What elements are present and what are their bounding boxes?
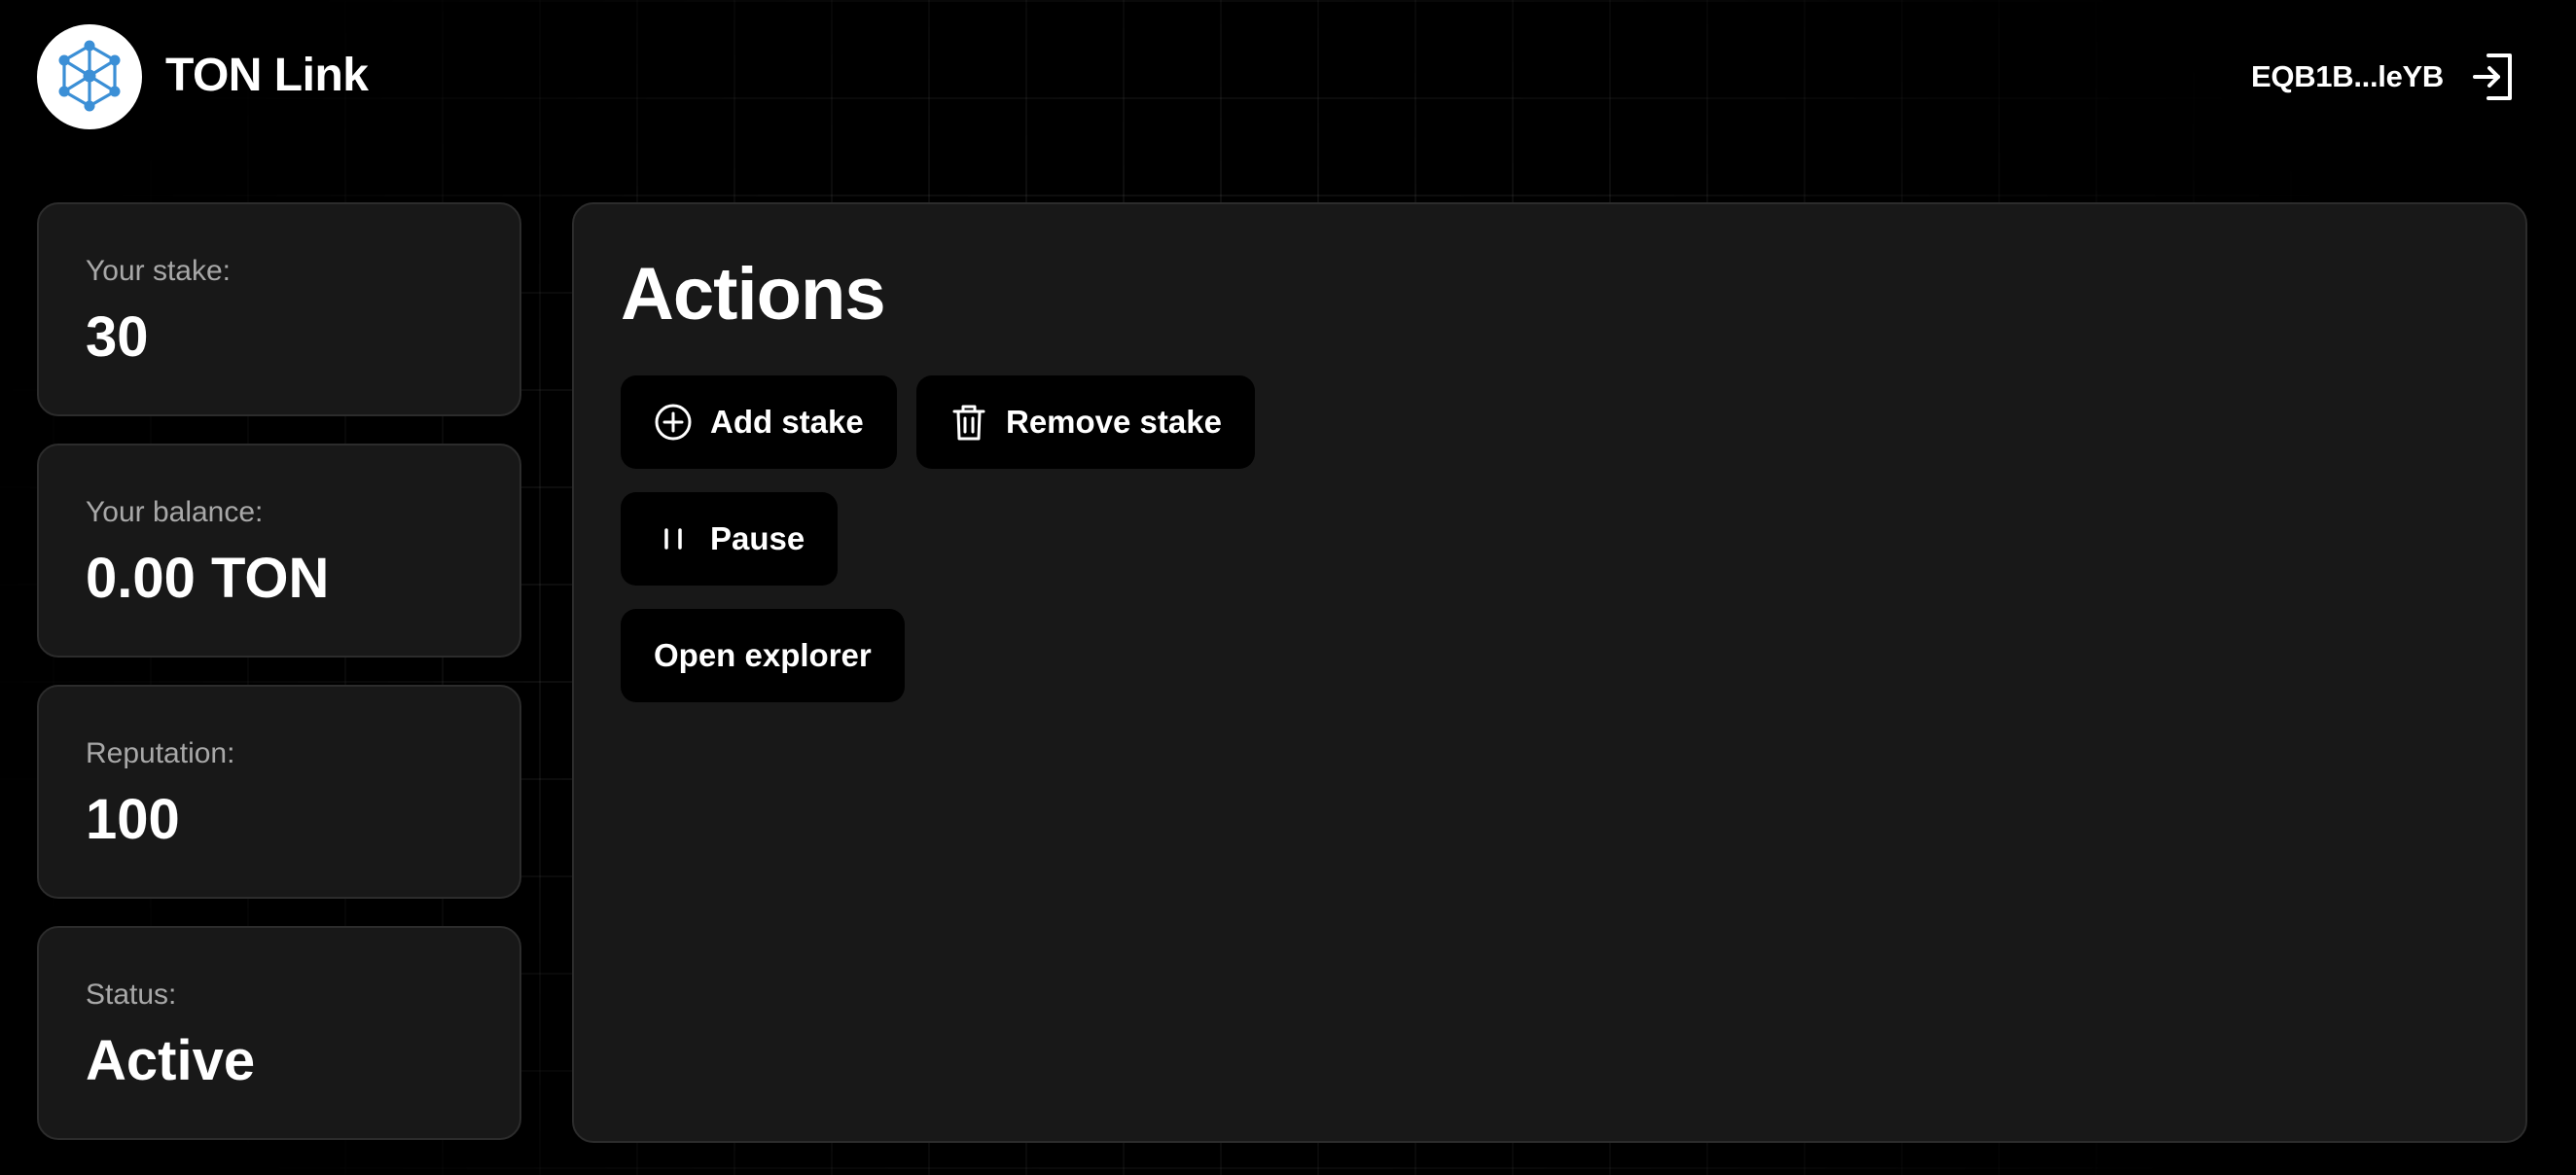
balance-card: Your balance: 0.00 TON [37, 444, 521, 658]
wallet-address[interactable]: EQB1B...leYB [2251, 59, 2444, 94]
reputation-value: 100 [86, 788, 180, 851]
stake-card: Your stake: 30 [37, 202, 521, 416]
add-stake-label: Add stake [710, 404, 864, 440]
plus-circle-icon [654, 403, 693, 442]
hexagon-network-icon [58, 40, 121, 112]
balance-label: Your balance: [86, 496, 264, 528]
status-value: Active [86, 1029, 256, 1092]
reputation-label: Reputation: [86, 737, 235, 769]
stake-label: Your stake: [86, 255, 231, 287]
logout-icon [2473, 53, 2512, 100]
actions-panel: Actions Add stake Remove stake Pause Ope… [572, 202, 2527, 1143]
open-explorer-label: Open explorer [654, 637, 872, 673]
remove-stake-button[interactable]: Remove stake [916, 375, 1255, 469]
add-stake-button[interactable]: Add stake [621, 375, 897, 469]
open-explorer-button[interactable]: Open explorer [621, 609, 905, 702]
app-logo[interactable] [37, 24, 142, 129]
pause-button[interactable]: Pause [621, 492, 839, 586]
remove-stake-label: Remove stake [1006, 404, 1222, 440]
status-card: Status: Active [37, 926, 521, 1140]
pause-label: Pause [710, 520, 805, 556]
pause-icon [654, 519, 693, 558]
wallet-area: EQB1B...leYB [2251, 47, 2518, 107]
stake-value: 30 [86, 305, 149, 369]
logout-button[interactable] [2469, 50, 2518, 104]
status-label: Status: [86, 979, 177, 1011]
app-header: TON Link EQB1B...leYB [0, 0, 2576, 156]
app-title: TON Link [165, 50, 369, 101]
actions-title: Actions [621, 253, 886, 336]
trash-icon [949, 403, 988, 442]
reputation-card: Reputation: 100 [37, 685, 521, 899]
balance-value: 0.00 TON [86, 547, 330, 610]
